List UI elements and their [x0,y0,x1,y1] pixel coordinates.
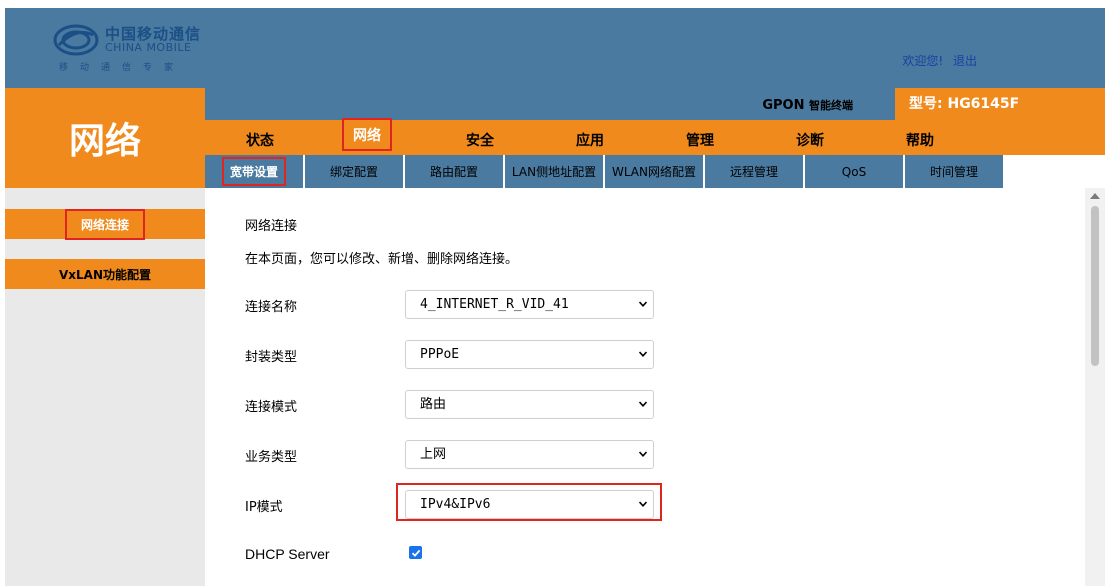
connection-mode-select[interactable]: 路由 [405,390,654,419]
ip-mode-value: IPv4&IPv6 [420,497,491,512]
device-type: GPON 智能终端 [762,97,853,113]
sidebar: 网络连接 VxLAN功能配置 [5,188,205,586]
chevron-down-icon [639,501,647,507]
connection-name-select[interactable]: 4_INTERNET_R_VID_41 [405,290,654,319]
sub-nav: 宽带设置 绑定配置 路由配置 LAN侧地址配置 WLAN网络配置 远程管理 Qo… [205,155,1005,188]
connection-mode-label: 连接模式 [245,400,298,415]
subnav-broadband-label: 宽带设置 [221,157,287,186]
nav-status[interactable]: 状态 [246,130,274,150]
chevron-down-icon [639,401,647,407]
header-banner: 中国移动通信 CHINA MOBILE 移动通信专家 欢迎您! 退出 [5,8,1105,88]
encapsulation-type-select[interactable]: PPPoE [405,340,654,369]
welcome-link[interactable]: 欢迎您! [902,54,943,68]
content-panel: 网络连接 在本页面，您可以修改、新增、删除网络连接。 连接名称 4_INTERN… [205,188,1085,586]
chevron-down-icon [639,301,647,307]
content-title: 网络连接 [245,219,298,234]
ip-mode-select[interactable]: IPv4&IPv6 [405,490,654,519]
device-type-main: GPON [762,98,805,113]
subnav-binding-config[interactable]: 绑定配置 [305,155,404,188]
product-bar: GPON 智能终端 型号: HG6145F [205,88,1105,120]
chevron-down-icon [639,351,647,357]
sidebar-item-vxlan-config[interactable]: VxLAN功能配置 [5,259,205,289]
subnav-remote-management[interactable]: 远程管理 [705,155,804,188]
subnav-broadband-settings[interactable]: 宽带设置 [205,155,304,188]
service-type-value: 上网 [420,447,447,462]
nav-application[interactable]: 应用 [576,130,604,150]
nav-help[interactable]: 帮助 [906,130,934,150]
subnav-route-config[interactable]: 路由配置 [405,155,504,188]
connection-name-label: 连接名称 [245,300,298,315]
connection-name-value: 4_INTERNET_R_VID_41 [420,297,569,312]
encapsulation-type-value: PPPoE [420,347,460,362]
nav-security[interactable]: 安全 [466,130,494,150]
subnav-wlan-config[interactable]: WLAN网络配置 [605,155,704,188]
device-type-suffix: 智能终端 [809,99,853,112]
service-type-select[interactable]: 上网 [405,440,654,469]
sidebar-item-label: 网络连接 [64,208,146,240]
logout-link[interactable]: 退出 [953,54,977,68]
scroll-up-arrow-icon[interactable] [1090,193,1100,199]
encapsulation-type-label: 封装类型 [245,350,298,365]
subnav-time-management[interactable]: 时间管理 [905,155,1004,188]
china-mobile-logo: 中国移动通信 CHINA MOBILE 移动通信专家 [53,23,233,78]
nav-diagnosis[interactable]: 诊断 [796,130,824,150]
logo-slogan: 移动通信专家 [59,63,186,73]
content-description: 在本页面，您可以修改、新增、删除网络连接。 [245,252,519,267]
china-mobile-logo-icon [53,24,99,56]
nav-network[interactable]: 网络 [342,118,392,151]
check-icon [411,549,420,557]
scrollbar-thumb[interactable] [1091,206,1099,366]
chevron-down-icon [639,451,647,457]
model-label: 型号: HG6145F [895,88,1105,120]
dhcp-server-checkbox[interactable] [409,546,422,559]
ip-mode-label: IP模式 [245,500,283,515]
nav-management[interactable]: 管理 [686,130,714,150]
vertical-scrollbar[interactable] [1085,188,1105,586]
logo-english-text: CHINA MOBILE [105,41,192,54]
main-nav: 状态 网络 安全 应用 管理 诊断 帮助 [205,118,1105,155]
sidebar-item-network-connection[interactable]: 网络连接 [5,208,205,240]
user-area: 欢迎您! 退出 [902,52,977,69]
section-title: 网络 [5,88,205,188]
service-type-label: 业务类型 [245,450,298,465]
subnav-qos[interactable]: QoS [805,155,904,188]
subnav-lan-address-config[interactable]: LAN侧地址配置 [505,155,604,188]
dhcp-server-label: DHCP Server [245,546,330,562]
connection-mode-value: 路由 [420,397,447,412]
